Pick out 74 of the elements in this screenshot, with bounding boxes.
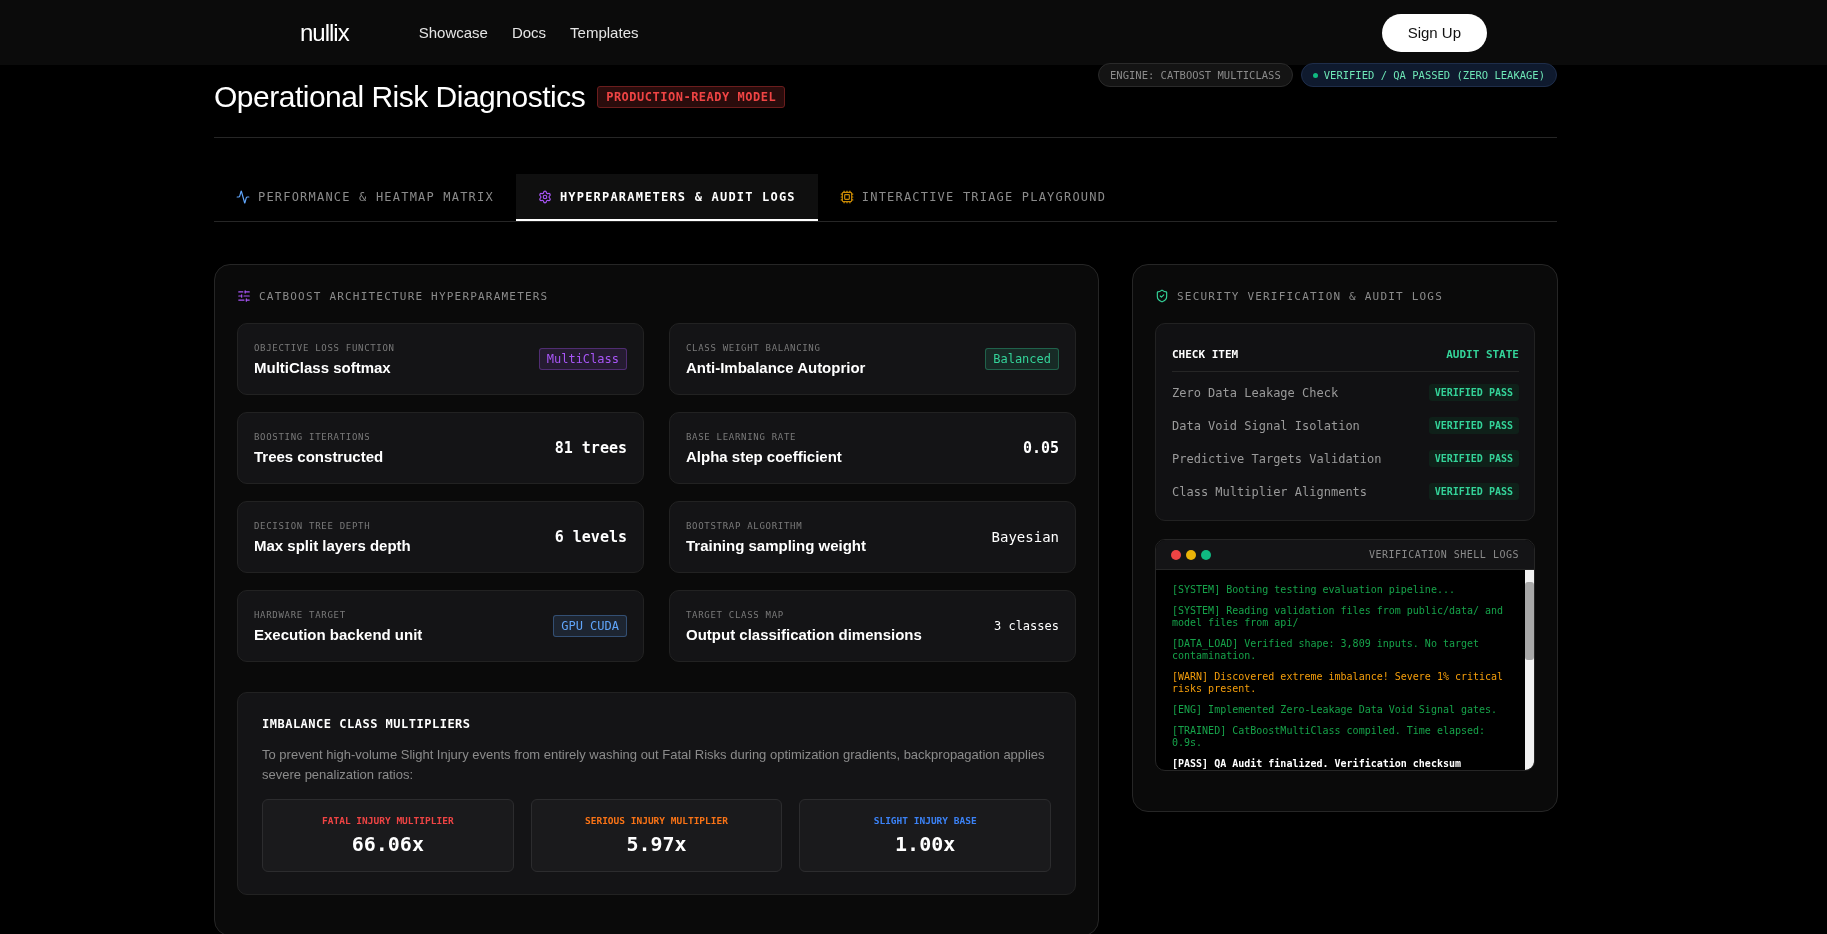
chip-icon (839, 190, 854, 204)
parameter-label: DECISION TREE DEPTH (254, 520, 372, 531)
parameter-label: BOOSTING ITERATIONS (254, 431, 372, 442)
parameter-label: CLASS WEIGHT BALANCING (686, 342, 822, 353)
parameter-name: Max split layers depth (254, 536, 411, 554)
multiplier-value: 5.97x (626, 832, 687, 856)
parameter-name: Training sampling weight (686, 536, 866, 554)
log-line: [PASS] QA Audit finalized. Verification checksum (1172, 758, 1462, 770)
log-line: [TRAINED] CatBoostMultiClass compiled. Time elapsed: 0.9s. (1172, 725, 1487, 749)
logo[interactable]: nullix (300, 18, 349, 47)
parameter-tag: GPU CUDA (553, 615, 627, 637)
parameter-name: Output classification dimensions (686, 625, 922, 643)
check-item: Predictive Targets Validation (1172, 451, 1382, 466)
pass-badge: VERIFIED PASS (1428, 384, 1519, 401)
status-badge: PRODUCTION-READY MODEL (597, 86, 786, 108)
parameter-label: OBJECTIVE LOSS FUNCTION (254, 342, 395, 353)
parameter-name: MultiClass softmax (254, 358, 392, 376)
status-pill: VERIFIED / QA PASSED (ZERO LEAKAGE) (1300, 63, 1557, 87)
parameter-label: BASE LEARNING RATE (686, 431, 798, 442)
nav-link[interactable]: Showcase (418, 24, 488, 41)
parameter-label: HARDWARE TARGET (254, 609, 347, 620)
parameter-tag: MultiClass (538, 348, 627, 370)
multiplier-value: 1.00x (895, 832, 956, 856)
parameter-value: 6 levels (554, 528, 627, 546)
pulse-icon (236, 190, 250, 204)
parameter-name: Alpha step coefficient (686, 447, 842, 465)
pass-badge: VERIFIED PASS (1428, 417, 1519, 434)
multiplier-label: SERIOUS INJURY MULTIPLIER (585, 815, 728, 826)
parameter-label: TARGET CLASS MAP (686, 609, 785, 620)
log-line: [SYSTEM] Booting testing evaluation pipeline... (1172, 584, 1456, 596)
pass-badge: VERIFIED PASS (1428, 450, 1519, 467)
parameter-value: 3 classes (993, 619, 1059, 633)
log-line: [DATA_LOAD] Verified shape: 3,809 inputs. No target contamination. (1172, 638, 1481, 662)
sign-up-button[interactable]: Sign Up (1381, 13, 1487, 52)
parameter-name: Anti-Imbalance Autoprior (686, 358, 866, 376)
column-header: AUDIT STATE (1446, 348, 1519, 361)
parameter-tag: Balanced (985, 348, 1059, 370)
shield-check-icon (1155, 289, 1169, 303)
terminal-title: VERIFICATION SHELL LOGS (1369, 549, 1519, 560)
log-line: [ENG] Implemented Zero-Leakage Data Void Signal gates. (1172, 704, 1499, 716)
check-item: Data Void Signal Isolation (1172, 418, 1360, 433)
log-line: [WARN] Discovered extreme imbalance! Severe 1% critical risks present. (1172, 671, 1505, 695)
engine-pill: ENGINE: CATBOOST MULTICLASS (1098, 63, 1293, 87)
section-title: IMBALANCE CLASS MULTIPLIERS (262, 717, 472, 731)
tab[interactable]: INTERACTIVE TRIAGE PLAYGROUND (817, 174, 1129, 221)
multiplier-label: SLIGHT INJURY BASE (873, 815, 977, 826)
sliders-icon (237, 289, 251, 303)
nav-link[interactable]: Templates (570, 24, 639, 41)
window-dot-icon (1186, 549, 1196, 560)
status-dot-icon (1312, 72, 1318, 78)
parameter-value: 81 trees (554, 439, 627, 457)
parameter-name: Execution backend unit (254, 625, 423, 643)
panel-title: CATBOOST ARCHITECTURE HYPERPARAMETERS (259, 289, 549, 303)
tab[interactable]: PERFORMANCE & HEATMAP MATRIX (214, 174, 516, 221)
parameter-value: 0.05 (1022, 439, 1059, 457)
check-item: Zero Data Leakage Check (1172, 385, 1339, 400)
window-dot-icon (1171, 549, 1181, 560)
check-item: Class Multiplier Alignments (1172, 484, 1368, 499)
parameter-name: Trees constructed (254, 447, 384, 465)
panel-title: SECURITY VERIFICATION & AUDIT LOGS (1177, 289, 1443, 303)
column-header: CHECK ITEM (1172, 348, 1239, 361)
window-dot-icon (1201, 549, 1211, 560)
scrollbar[interactable] (1525, 570, 1534, 770)
tab[interactable]: HYPERPARAMETERS & AUDIT LOGS (515, 174, 818, 221)
gear-icon (537, 190, 552, 204)
section-description: To prevent high-volume Slight Injury events from entirely washing out Fatal Risks during optimization gradients, backpropagation applies severe penalization ratios: (262, 746, 1046, 784)
pass-badge: VERIFIED PASS (1428, 483, 1519, 500)
parameter-label: BOOTSTRAP ALGORITHM (686, 520, 804, 531)
multiplier-value: 66.06x (351, 832, 424, 856)
parameter-value: Bayesian (991, 529, 1059, 545)
log-line: [SYSTEM] Reading validation files from public/data/ and model files from api/ (1172, 605, 1505, 629)
nav-link[interactable]: Docs (511, 24, 547, 41)
multiplier-label: FATAL INJURY MULTIPLIER (322, 815, 454, 826)
page-title: Operational Risk Diagnostics (214, 80, 586, 114)
